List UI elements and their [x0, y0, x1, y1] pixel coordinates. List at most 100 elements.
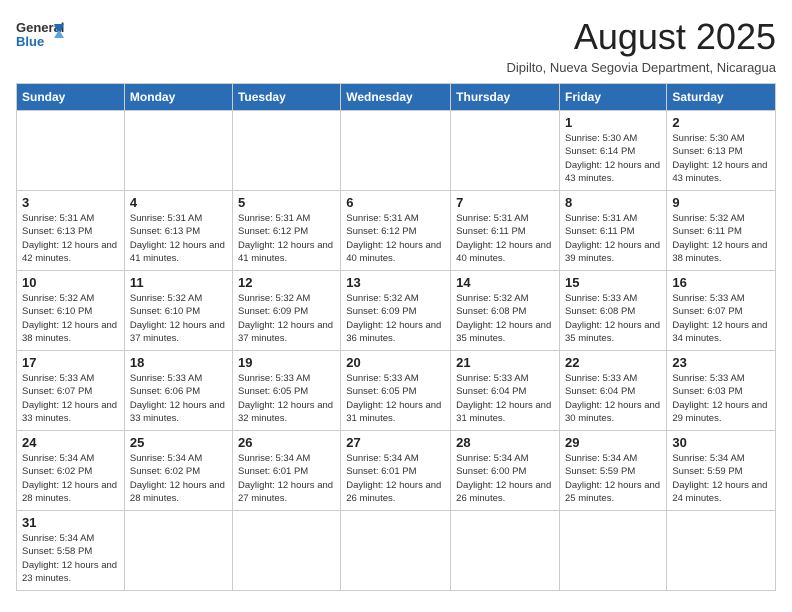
calendar-cell: 11Sunrise: 5:32 AMSunset: 6:10 PMDayligh…	[124, 271, 232, 351]
day-info: Sunrise: 5:33 AMSunset: 6:07 PMDaylight:…	[22, 372, 119, 425]
day-number: 10	[22, 275, 119, 290]
calendar-cell: 3Sunrise: 5:31 AMSunset: 6:13 PMDaylight…	[17, 191, 125, 271]
calendar-cell: 20Sunrise: 5:33 AMSunset: 6:05 PMDayligh…	[341, 351, 451, 431]
day-number: 16	[672, 275, 770, 290]
calendar-cell: 10 Sunrise: 5:32 AMSunset: 6:10 PMDayligh…	[17, 271, 125, 351]
calendar-cell: 15 Sunrise: 5:33 AMSunset: 6:08 PMDayligh…	[560, 271, 667, 351]
day-info: Sunrise: 5:32 AMSunset: 6:09 PMDaylight:…	[346, 292, 445, 345]
logo: General Blue	[16, 16, 64, 52]
weekday-header-saturday: Saturday	[667, 84, 776, 111]
weekday-header-sunday: Sunday	[17, 84, 125, 111]
calendar-week-0: 1 Sunrise: 5:30 AMSunset: 6:14 PMDaylight…	[17, 111, 776, 191]
day-number: 19	[238, 355, 335, 370]
day-info: Sunrise: 5:31 AMSunset: 6:13 PMDaylight:…	[130, 212, 227, 265]
day-info: Sunrise: 5:31 AMSunset: 6:12 PMDaylight:…	[238, 212, 335, 265]
calendar-cell	[232, 511, 340, 591]
day-info: Sunrise: 5:34 AMSunset: 5:58 PMDaylight:…	[22, 532, 119, 585]
day-info: Sunrise: 5:34 AMSunset: 6:01 PMDaylight:…	[346, 452, 445, 505]
calendar-cell: 17 Sunrise: 5:33 AMSunset: 6:07 PMDayligh…	[17, 351, 125, 431]
calendar-cell: 22Sunrise: 5:33 AMSunset: 6:04 PMDayligh…	[560, 351, 667, 431]
day-info: Sunrise: 5:32 AMSunset: 6:11 PMDaylight:…	[672, 212, 770, 265]
calendar-cell: 12Sunrise: 5:32 AMSunset: 6:09 PMDayligh…	[232, 271, 340, 351]
day-number: 4	[130, 195, 227, 210]
day-number: 31	[22, 515, 119, 530]
day-number: 7	[456, 195, 554, 210]
day-info: Sunrise: 5:31 AMSunset: 6:12 PMDaylight:…	[346, 212, 445, 265]
calendar-cell	[451, 511, 560, 591]
calendar-cell: 16 Sunrise: 5:33 AMSunset: 6:07 PMDayligh…	[667, 271, 776, 351]
logo-area: General Blue	[16, 16, 64, 52]
day-info: Sunrise: 5:34 AMSunset: 6:02 PMDaylight:…	[22, 452, 119, 505]
calendar-cell: 28 Sunrise: 5:34 AMSunset: 6:00 PMDayligh…	[451, 431, 560, 511]
weekday-header-tuesday: Tuesday	[232, 84, 340, 111]
day-number: 11	[130, 275, 227, 290]
day-number: 17	[22, 355, 119, 370]
day-number: 29	[565, 435, 661, 450]
day-number: 2	[672, 115, 770, 130]
logo-icon: General Blue	[16, 16, 64, 52]
subtitle: Dipilto, Nueva Segovia Department, Nicar…	[506, 60, 776, 75]
calendar-cell: 4 Sunrise: 5:31 AMSunset: 6:13 PMDaylight…	[124, 191, 232, 271]
day-info: Sunrise: 5:33 AMSunset: 6:05 PMDaylight:…	[238, 372, 335, 425]
day-number: 18	[130, 355, 227, 370]
calendar-week-5: 31 Sunrise: 5:34 AMSunset: 5:58 PMDayligh…	[17, 511, 776, 591]
calendar-week-1: 3Sunrise: 5:31 AMSunset: 6:13 PMDaylight…	[17, 191, 776, 271]
calendar-cell: 25 Sunrise: 5:34 AMSunset: 6:02 PMDayligh…	[124, 431, 232, 511]
day-info: Sunrise: 5:34 AMSunset: 5:59 PMDaylight:…	[565, 452, 661, 505]
day-info: Sunrise: 5:33 AMSunset: 6:03 PMDaylight:…	[672, 372, 770, 425]
day-number: 23	[672, 355, 770, 370]
day-info: Sunrise: 5:32 AMSunset: 6:10 PMDaylight:…	[22, 292, 119, 345]
calendar-cell: 27Sunrise: 5:34 AMSunset: 6:01 PMDayligh…	[341, 431, 451, 511]
header: General Blue August 2025 Dipilto, Nueva …	[16, 16, 776, 75]
day-info: Sunrise: 5:31 AMSunset: 6:13 PMDaylight:…	[22, 212, 119, 265]
day-number: 25	[130, 435, 227, 450]
calendar-cell: 13 Sunrise: 5:32 AMSunset: 6:09 PMDayligh…	[341, 271, 451, 351]
calendar-cell: 14Sunrise: 5:32 AMSunset: 6:08 PMDayligh…	[451, 271, 560, 351]
day-info: Sunrise: 5:34 AMSunset: 5:59 PMDaylight:…	[672, 452, 770, 505]
calendar-cell	[560, 511, 667, 591]
calendar-cell	[341, 511, 451, 591]
day-info: Sunrise: 5:33 AMSunset: 6:08 PMDaylight:…	[565, 292, 661, 345]
calendar-cell	[341, 111, 451, 191]
day-number: 22	[565, 355, 661, 370]
day-number: 13	[346, 275, 445, 290]
day-number: 24	[22, 435, 119, 450]
calendar-cell	[124, 111, 232, 191]
calendar-week-2: 10 Sunrise: 5:32 AMSunset: 6:10 PMDayligh…	[17, 271, 776, 351]
day-number: 6	[346, 195, 445, 210]
day-number: 26	[238, 435, 335, 450]
calendar-cell	[232, 111, 340, 191]
day-info: Sunrise: 5:34 AMSunset: 6:00 PMDaylight:…	[456, 452, 554, 505]
day-number: 5	[238, 195, 335, 210]
calendar-cell: 19 Sunrise: 5:33 AMSunset: 6:05 PMDayligh…	[232, 351, 340, 431]
day-number: 30	[672, 435, 770, 450]
day-number: 28	[456, 435, 554, 450]
calendar-cell: 26Sunrise: 5:34 AMSunset: 6:01 PMDayligh…	[232, 431, 340, 511]
page-container: General Blue August 2025 Dipilto, Nueva …	[16, 16, 776, 591]
weekday-header-friday: Friday	[560, 84, 667, 111]
day-number: 9	[672, 195, 770, 210]
svg-text:Blue: Blue	[16, 34, 44, 49]
calendar-cell: 31 Sunrise: 5:34 AMSunset: 5:58 PMDayligh…	[17, 511, 125, 591]
weekday-header-wednesday: Wednesday	[341, 84, 451, 111]
day-info: Sunrise: 5:33 AMSunset: 6:06 PMDaylight:…	[130, 372, 227, 425]
day-number: 12	[238, 275, 335, 290]
day-info: Sunrise: 5:30 AMSunset: 6:14 PMDaylight:…	[565, 132, 661, 185]
day-number: 8	[565, 195, 661, 210]
day-info: Sunrise: 5:34 AMSunset: 6:02 PMDaylight:…	[130, 452, 227, 505]
day-number: 21	[456, 355, 554, 370]
day-number: 1	[565, 115, 661, 130]
weekday-header-row: SundayMondayTuesdayWednesdayThursdayFrid…	[17, 84, 776, 111]
day-info: Sunrise: 5:31 AMSunset: 6:11 PMDaylight:…	[456, 212, 554, 265]
calendar-cell: 18 Sunrise: 5:33 AMSunset: 6:06 PMDayligh…	[124, 351, 232, 431]
day-info: Sunrise: 5:33 AMSunset: 6:04 PMDaylight:…	[456, 372, 554, 425]
calendar-cell	[667, 511, 776, 591]
day-info: Sunrise: 5:33 AMSunset: 6:07 PMDaylight:…	[672, 292, 770, 345]
calendar-cell: 5 Sunrise: 5:31 AMSunset: 6:12 PMDaylight…	[232, 191, 340, 271]
day-number: 15	[565, 275, 661, 290]
calendar-cell: 23 Sunrise: 5:33 AMSunset: 6:03 PMDayligh…	[667, 351, 776, 431]
day-info: Sunrise: 5:31 AMSunset: 6:11 PMDaylight:…	[565, 212, 661, 265]
calendar-table: SundayMondayTuesdayWednesdayThursdayFrid…	[16, 83, 776, 591]
calendar-cell: 9 Sunrise: 5:32 AMSunset: 6:11 PMDaylight…	[667, 191, 776, 271]
weekday-header-monday: Monday	[124, 84, 232, 111]
